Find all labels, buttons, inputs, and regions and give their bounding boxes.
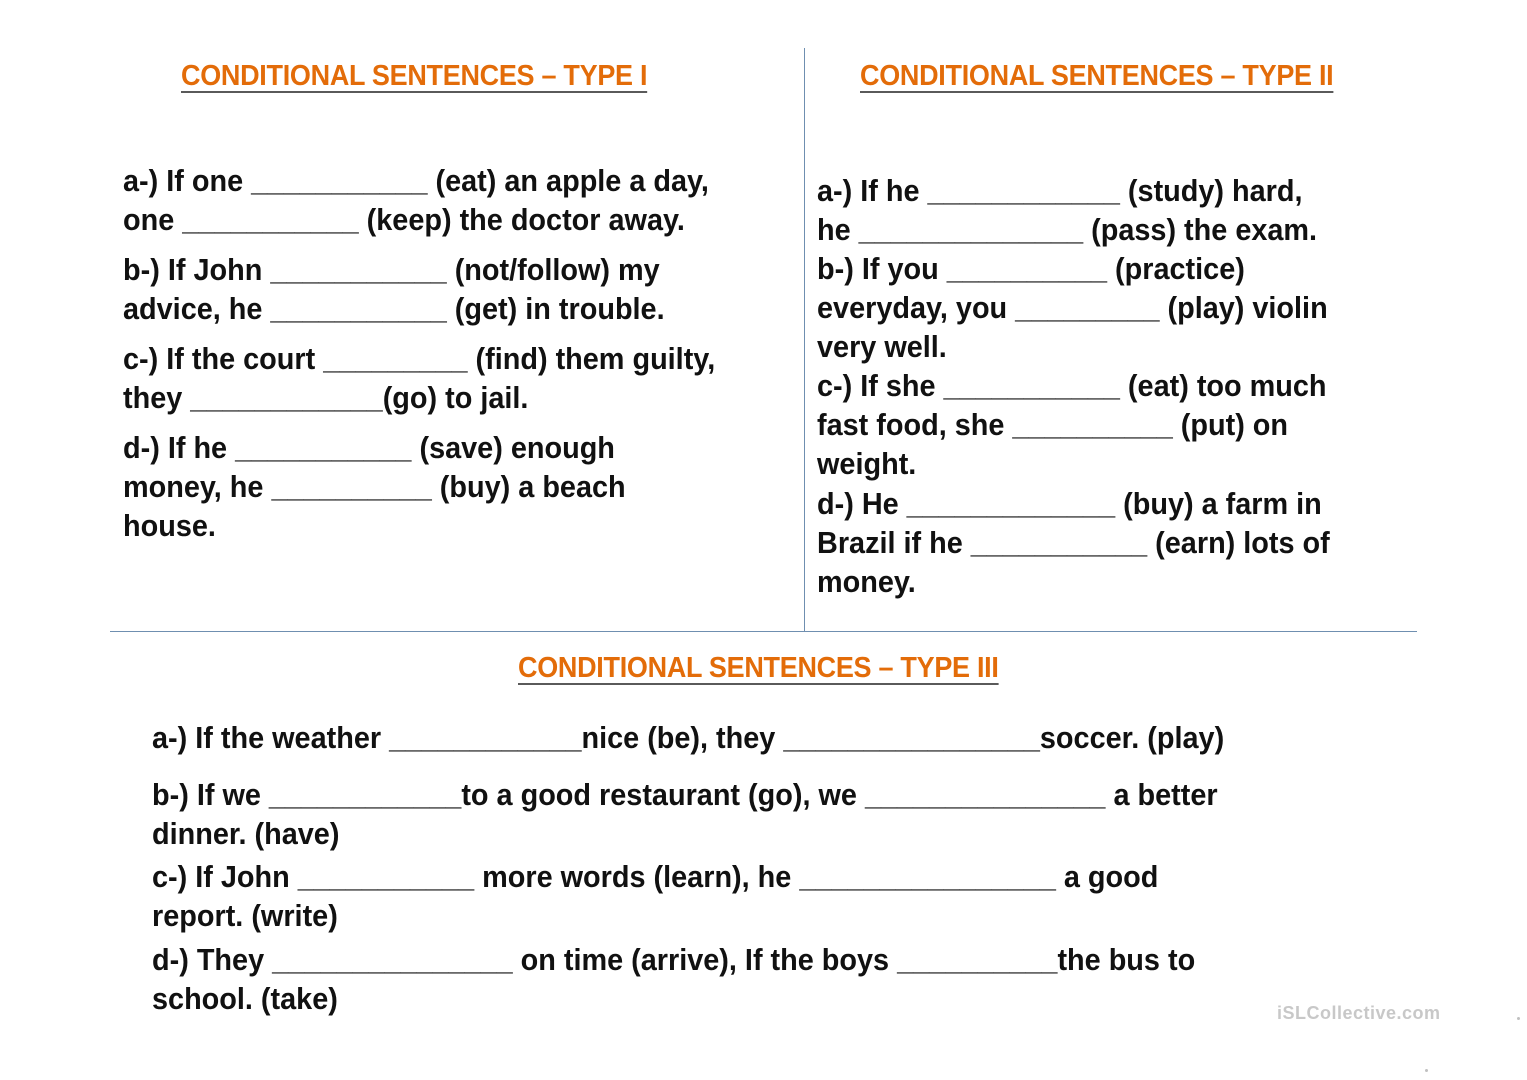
exercise-line: c-) If the court _________ (find) them g… bbox=[123, 341, 716, 376]
exercise-line: d-) They _______________ on time (arrive… bbox=[152, 942, 1196, 977]
type2-title: CONDITIONAL SENTENCES – TYPE II bbox=[860, 60, 1334, 92]
watermark-logo: iSLCollective.com bbox=[1277, 1003, 1441, 1023]
exercise-line: they ____________(go) to jail. bbox=[123, 380, 529, 415]
exercise-line: fast food, she __________ (put) on bbox=[817, 407, 1289, 442]
type1-title: CONDITIONAL SENTENCES – TYPE I bbox=[181, 60, 648, 92]
exercise-line: Brazil if he ___________ (earn) lots of bbox=[817, 525, 1330, 560]
exercise-line: money. bbox=[817, 564, 916, 599]
horizontal-divider bbox=[110, 631, 1417, 632]
exercise-line: one ___________ (keep) the doctor away. bbox=[123, 202, 685, 237]
exercise-line: money, he __________ (buy) a beach bbox=[123, 469, 626, 504]
exercise-line: c-) If she ___________ (eat) too much bbox=[817, 368, 1327, 403]
exercise-line: a-) If one ___________ (eat) an apple a … bbox=[123, 163, 709, 198]
vertical-divider bbox=[804, 48, 805, 631]
exercise-line: a-) If he ____________ (study) hard, bbox=[817, 173, 1303, 208]
exercise-line: weight. bbox=[817, 446, 917, 481]
exercise-line: dinner. (have) bbox=[152, 816, 340, 851]
exercise-line: d-) He _____________ (buy) a farm in bbox=[817, 486, 1322, 521]
exercise-line: he ______________ (pass) the exam. bbox=[817, 212, 1318, 247]
exercise-line: b-) If we ____________to a good restaura… bbox=[152, 777, 1218, 812]
exercise-line: everyday, you _________ (play) violin bbox=[817, 290, 1328, 325]
exercise-line: very well. bbox=[817, 329, 947, 364]
exercise-line: house. bbox=[123, 508, 216, 543]
exercise-line: c-) If John ___________ more words (lear… bbox=[152, 859, 1159, 894]
worksheet-page: CONDITIONAL SENTENCES – TYPE I a-) If on… bbox=[0, 0, 1527, 1080]
exercise-line: report. (write) bbox=[152, 898, 338, 933]
exercise-line: b-) If John ___________ (not/follow) my bbox=[123, 252, 660, 287]
exercise-line: a-) If the weather ____________nice (be)… bbox=[152, 720, 1225, 755]
exercise-line: d-) If he ___________ (save) enough bbox=[123, 430, 615, 465]
exercise-line: b-) If you __________ (practice) bbox=[817, 251, 1245, 286]
type3-title: CONDITIONAL SENTENCES – TYPE III bbox=[518, 652, 999, 684]
exercise-line: advice, he ___________ (get) in trouble. bbox=[123, 291, 665, 326]
decorative-dot bbox=[1517, 1017, 1520, 1020]
decorative-dot bbox=[1425, 1069, 1428, 1072]
exercise-line: school. (take) bbox=[152, 981, 338, 1016]
